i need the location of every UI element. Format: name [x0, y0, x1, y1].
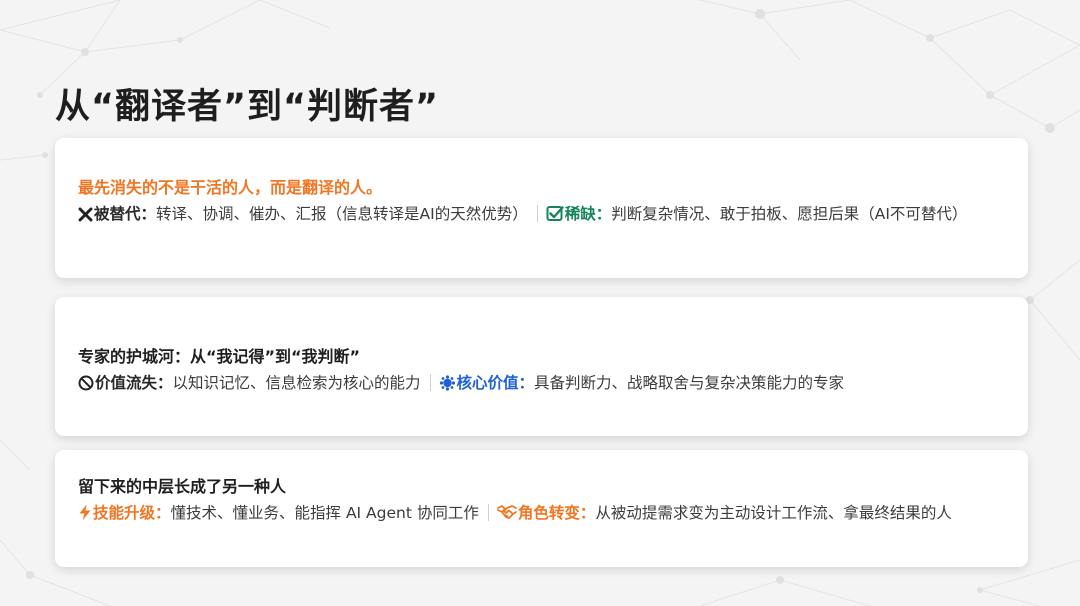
brain-icon: [439, 373, 456, 399]
ban-icon: [78, 373, 94, 399]
core-value-text: 具备判断力、战略取舍与复杂决策能力的专家: [534, 374, 845, 392]
page-title: 从“翻译者”到“判断者”: [55, 87, 440, 127]
skill-upgrade-label: 技能升级：: [93, 504, 171, 522]
divider: [536, 205, 538, 222]
replaced-text: 转译、协调、催办、汇报（信息转译是AI的天然优势）: [156, 205, 528, 223]
handshake-icon: [496, 503, 517, 529]
card-translator: 最先消失的不是干活的人，而是翻译的人。 被替代：转译、协调、催办、汇报（信息转译…: [55, 138, 1028, 278]
divider: [429, 374, 431, 391]
skill-upgrade-text: 懂技术、懂业务、能指挥 AI Agent 协同工作: [170, 504, 479, 522]
scarce-label: 稀缺：: [564, 205, 612, 223]
value-loss-label: 价值流失：: [95, 374, 173, 392]
card-middle-management: 留下来的中层长成了另一种人 技能升级：懂技术、懂业务、能指挥 AI Agent …: [55, 450, 1028, 567]
card-detail: 技能升级：懂技术、懂业务、能指挥 AI Agent 协同工作 角色转变：从被动提…: [78, 500, 1006, 529]
replaced-label: 被替代：: [94, 205, 157, 223]
value-loss-text: 以知识记忆、信息检索为核心的能力: [172, 374, 421, 392]
divider: [487, 504, 489, 521]
card-expert-moat: 专家的护城河：从“我记得”到“我判断” 价值流失：以知识记忆、信息检索为核心的能…: [55, 297, 1028, 436]
bolt-icon: [78, 503, 92, 529]
role-shift-text: 从被动提需求变为主动设计工作流、拿最终结果的人: [595, 504, 952, 522]
scarce-text: 判断复杂情况、敢于拍板、愿担后果（AI不可替代）: [611, 205, 968, 223]
card-detail: 价值流失：以知识记忆、信息检索为核心的能力 核心价值：具备判断力、战略取舍与复杂…: [78, 370, 1006, 399]
card-detail: 被替代：转译、协调、催办、汇报（信息转译是AI的天然优势） 稀缺：判断复杂情况、…: [78, 201, 1006, 230]
core-value-label: 核心价值：: [456, 374, 535, 392]
card-headline: 最先消失的不是干活的人，而是翻译的人。: [78, 178, 383, 197]
card-headline: 留下来的中层长成了另一种人: [78, 477, 287, 496]
cross-icon: [78, 204, 93, 230]
checkbox-icon: [546, 204, 564, 230]
role-shift-label: 角色转变：: [517, 504, 596, 522]
card-headline: 专家的护城河：从“我记得”到“我判断”: [78, 347, 361, 366]
